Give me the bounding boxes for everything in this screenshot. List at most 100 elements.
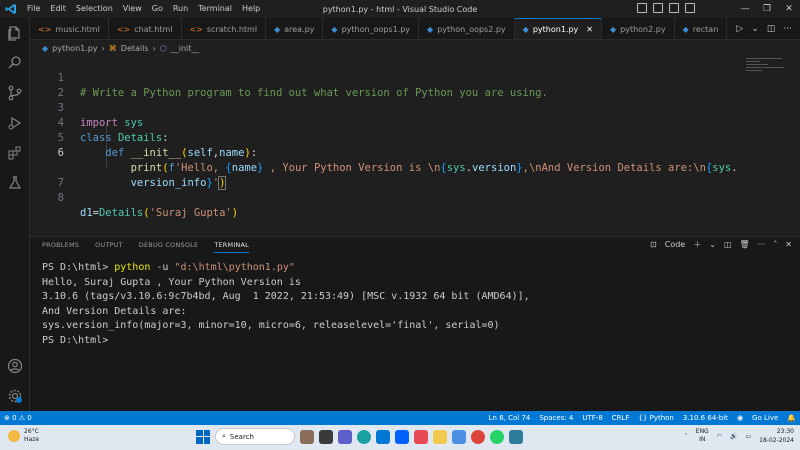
- whatsapp-icon[interactable]: [490, 429, 504, 444]
- go-live-button[interactable]: Go Live: [752, 414, 778, 422]
- terminal-shell-label[interactable]: Code: [665, 240, 685, 249]
- maximize-icon[interactable]: ❐: [756, 4, 778, 14]
- testing-icon[interactable]: [0, 168, 30, 198]
- breadcrumb-file[interactable]: python1.py: [52, 44, 97, 53]
- terminal-output[interactable]: PS D:\html> python -u "d:\html\python1.p…: [42, 261, 530, 348]
- chrome-icon[interactable]: [471, 429, 485, 444]
- battery-icon[interactable]: ▭: [745, 433, 751, 440]
- code-editor[interactable]: 1 # Write a Python program to find out w…: [30, 56, 800, 234]
- tab-music-html[interactable]: <> music.html: [30, 18, 109, 39]
- explorer-icon[interactable]: [0, 18, 30, 48]
- minimap[interactable]: [746, 56, 786, 76]
- run-python-icon[interactable]: ▷: [736, 24, 743, 34]
- tab-chat-html[interactable]: <> chat.html: [109, 18, 182, 39]
- search-icon[interactable]: [0, 48, 30, 78]
- language-indicator[interactable]: ENG IN: [696, 428, 709, 444]
- close-icon[interactable]: ✕: [778, 4, 800, 14]
- taskbar-apps: ⌕ Search: [196, 428, 523, 445]
- wifi-icon[interactable]: ◠: [717, 433, 722, 440]
- split-terminal-icon[interactable]: ◫: [724, 240, 732, 249]
- run-debug-icon[interactable]: [0, 108, 30, 138]
- toggle-secondary-sidebar-icon[interactable]: [669, 3, 679, 13]
- photos-icon[interactable]: [452, 429, 466, 444]
- tab-python1-py[interactable]: ◆ python1.py ✕: [514, 18, 602, 39]
- tab-label: chat.html: [134, 24, 173, 34]
- tab-terminal[interactable]: TERMINAL: [214, 241, 249, 253]
- lang-bottom: IN: [699, 436, 706, 443]
- menu-selection[interactable]: Selection: [71, 0, 118, 18]
- menu-terminal[interactable]: Terminal: [193, 0, 237, 18]
- volume-icon[interactable]: 🔊: [730, 433, 737, 440]
- tab-python-oops2-py[interactable]: ◆ python_oops2.py: [419, 18, 515, 39]
- new-terminal-icon[interactable]: ＋: [693, 239, 701, 250]
- menu-edit[interactable]: Edit: [45, 0, 71, 18]
- manage-gear-icon[interactable]: [0, 381, 30, 411]
- panel-actions: ⊡ Code ＋ ⌄ ◫ 🗑 ··· ˄ ✕: [650, 239, 792, 250]
- more-actions-icon[interactable]: ···: [783, 24, 792, 34]
- menu-go[interactable]: Go: [147, 0, 168, 18]
- windows-start-icon[interactable]: [196, 429, 210, 444]
- close-panel-icon[interactable]: ✕: [785, 240, 792, 249]
- chevron-down-icon[interactable]: ⌄: [751, 24, 759, 34]
- taskbar-search[interactable]: ⌕ Search: [215, 428, 295, 445]
- tab-output[interactable]: OUTPUT: [95, 241, 123, 253]
- tab-problems[interactable]: PROBLEMS: [42, 241, 79, 253]
- edge-browser-icon[interactable]: [357, 429, 371, 444]
- menu-bar: File Edit Selection View Go Run Terminal…: [22, 0, 265, 18]
- customize-layout-icon[interactable]: [685, 3, 695, 13]
- minimize-icon[interactable]: —: [734, 4, 756, 14]
- system-tray: ˄ ENG IN ◠ 🔊 ▭ 23:30 18-02-2024: [685, 427, 794, 445]
- mail-icon[interactable]: [414, 429, 428, 444]
- more-actions-icon[interactable]: ···: [758, 240, 766, 249]
- vscode-taskbar-icon[interactable]: [376, 429, 390, 444]
- tab-python2-py[interactable]: ◆ python2.py: [602, 18, 675, 39]
- class-symbol-icon: ⌘: [108, 43, 117, 53]
- notifications-bell-icon[interactable]: 🔔: [787, 414, 796, 422]
- encoding[interactable]: UTF-8: [582, 414, 602, 422]
- tab-python-oops1-py[interactable]: ◆ python_oops1.py: [323, 18, 420, 39]
- tab-label: python1.py: [532, 25, 579, 34]
- close-tab-icon[interactable]: ✕: [586, 25, 593, 34]
- menu-help[interactable]: Help: [237, 0, 265, 18]
- tab-scratch-html[interactable]: <> scratch.html: [182, 18, 267, 39]
- sun-icon: [8, 430, 20, 442]
- store-icon[interactable]: [509, 429, 523, 444]
- python-icon: ◆: [682, 24, 689, 34]
- file-explorer-icon[interactable]: [433, 429, 447, 444]
- python-icon: ◆: [427, 24, 434, 34]
- chevron-down-icon[interactable]: ⌄: [709, 240, 716, 249]
- extensions-icon[interactable]: [0, 138, 30, 168]
- lang-top: ENG: [695, 428, 709, 435]
- cursor-position[interactable]: Ln 6, Col 74: [489, 414, 531, 422]
- language-mode[interactable]: {} Python: [638, 414, 673, 422]
- trash-icon[interactable]: 🗑: [740, 240, 750, 249]
- problems-status[interactable]: ⊗ 0 ⚠ 0: [4, 414, 32, 422]
- split-editor-icon[interactable]: ◫: [767, 24, 776, 34]
- end-of-line[interactable]: CRLF: [612, 414, 630, 422]
- menu-run[interactable]: Run: [168, 0, 193, 18]
- task-view-icon[interactable]: [319, 429, 333, 444]
- toggle-panel-icon[interactable]: [653, 3, 663, 13]
- maximize-panel-icon[interactable]: ˄: [773, 240, 777, 249]
- menu-file[interactable]: File: [22, 0, 45, 18]
- toggle-sidebar-icon[interactable]: [637, 3, 647, 13]
- tab-debug-console[interactable]: DEBUG CONSOLE: [139, 241, 199, 253]
- clock[interactable]: 23:30 18-02-2024: [759, 427, 794, 445]
- tab-rectan[interactable]: ◆ rectan: [675, 18, 728, 39]
- dropbox-icon[interactable]: [395, 429, 409, 444]
- chevron-up-icon[interactable]: ˄: [685, 433, 688, 440]
- weather-widget[interactable]: 26°C Haze: [8, 428, 39, 444]
- breadcrumb-method[interactable]: __init__: [171, 44, 200, 53]
- menu-view[interactable]: View: [118, 0, 147, 18]
- breadcrumb-class[interactable]: Details: [121, 44, 149, 53]
- tab-area-py[interactable]: ◆ area.py: [266, 18, 324, 39]
- people-icon[interactable]: [300, 429, 314, 444]
- code-line: 6 print(f'Hello, {name} , Your Python Ve…: [30, 131, 750, 174]
- python-interpreter[interactable]: 3.10.6 64-bit: [683, 414, 728, 422]
- source-control-icon[interactable]: [0, 78, 30, 108]
- indentation[interactable]: Spaces: 4: [539, 414, 573, 422]
- account-icon[interactable]: [0, 351, 30, 381]
- chat-icon[interactable]: [338, 429, 352, 444]
- vscode-logo-icon: [0, 0, 22, 18]
- tab-label: scratch.html: [206, 24, 258, 34]
